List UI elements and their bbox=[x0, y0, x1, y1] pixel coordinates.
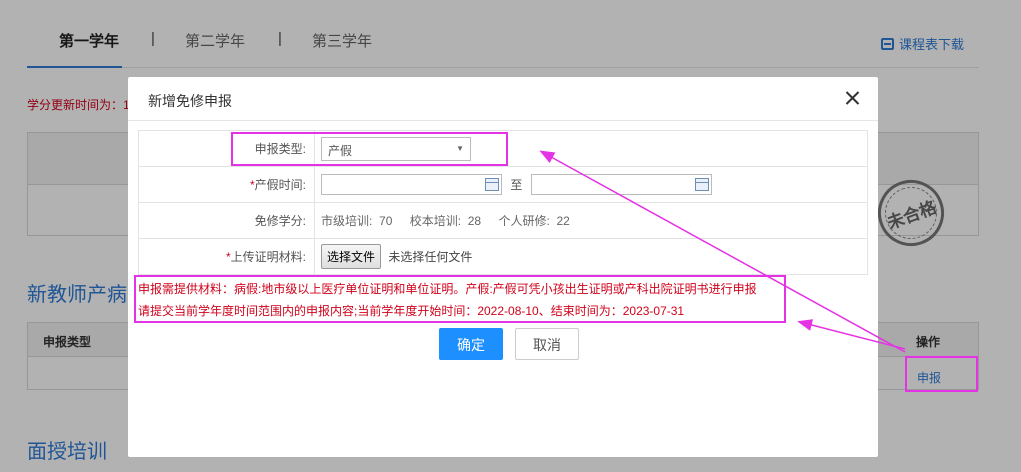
arrow-to-type-field bbox=[539, 150, 906, 353]
arrow-to-notes bbox=[797, 319, 906, 350]
annotation-arrows bbox=[539, 150, 906, 353]
